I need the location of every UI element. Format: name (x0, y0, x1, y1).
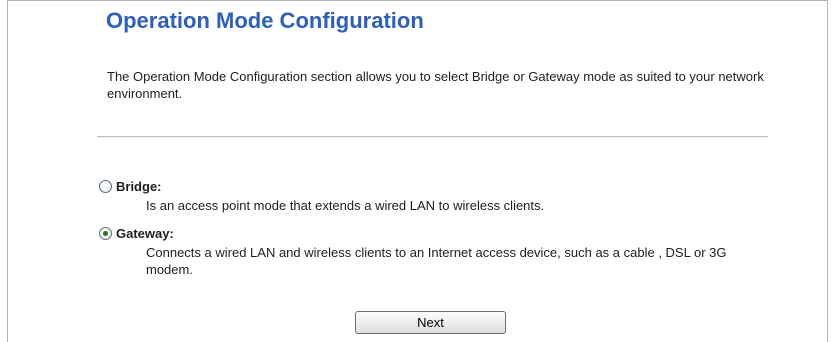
bridge-radio-label[interactable]: Bridge: (99, 178, 746, 195)
page-description: The Operation Mode Configuration section… (107, 69, 764, 101)
bridge-option-description: Is an access point mode that extends a w… (146, 198, 545, 213)
gateway-option-description: Connects a wired LAN and wireless client… (146, 245, 727, 277)
gateway-radio-label[interactable]: Gateway: (99, 225, 746, 242)
gateway-option-label: Gateway: (116, 226, 174, 241)
bridge-option-label: Bridge: (116, 179, 162, 194)
bridge-radio-button[interactable] (99, 180, 112, 193)
gateway-radio-button[interactable] (99, 227, 112, 240)
bridge-option: Bridge: Is an access point mode that ext… (99, 178, 746, 214)
section-divider (97, 136, 768, 138)
page-title: Operation Mode Configuration (106, 8, 424, 33)
gateway-option: Gateway: Connects a wired LAN and wirele… (99, 225, 746, 278)
next-button[interactable]: Next (355, 311, 506, 334)
content-frame: Operation Mode Configuration The Operati… (7, 0, 828, 342)
